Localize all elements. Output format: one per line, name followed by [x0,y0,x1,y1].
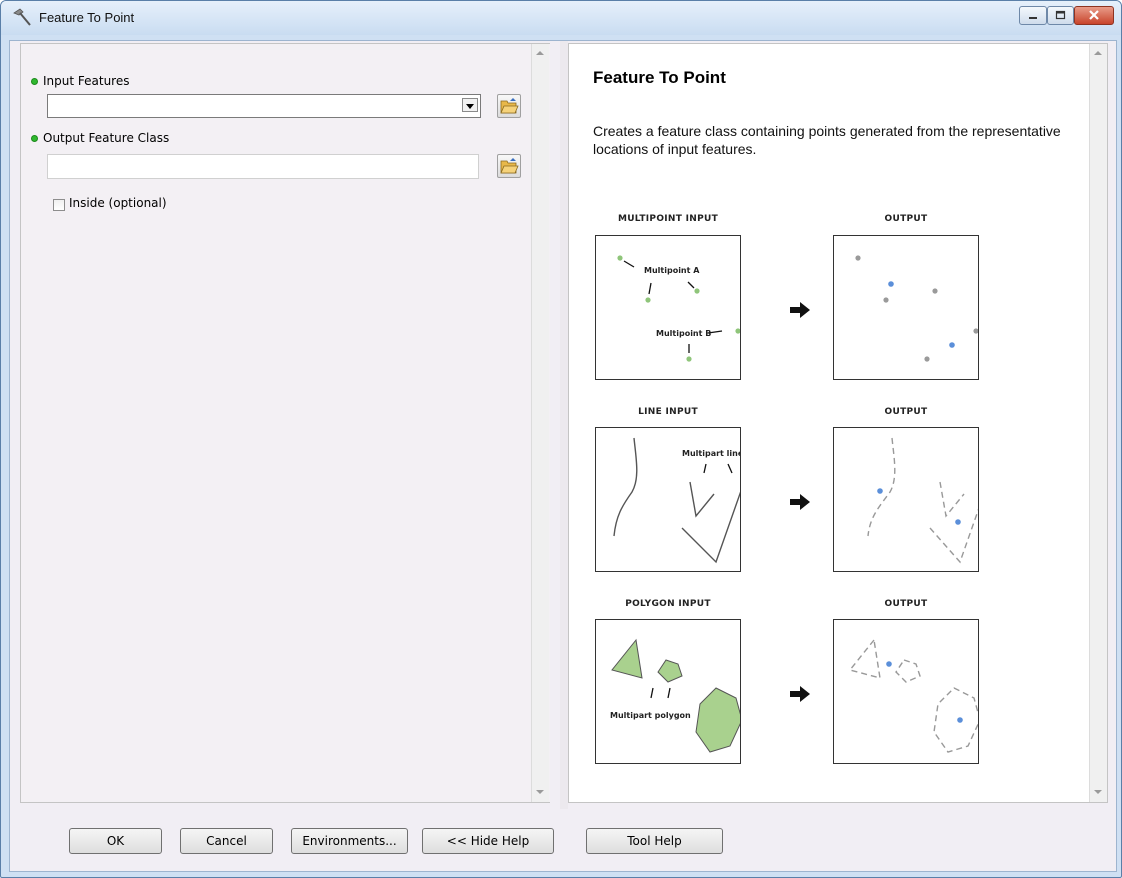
figure-input-label: MULTIPOINT INPUT [617,214,719,224]
close-icon [1089,10,1099,20]
output-feature-class-field[interactable] [47,154,479,179]
parameters-scrollbar[interactable] [531,44,549,802]
line-output-graphic [867,437,987,564]
panel-splitter[interactable] [560,41,568,809]
window-title: Feature To Point [39,10,135,25]
annotation-multipart-polygon: Multipart polygon [610,711,691,720]
polygon-input-graphic: Multipart polygon [610,638,743,753]
required-indicator [31,78,38,85]
dropdown-button[interactable] [462,98,478,112]
arrow-right-icon [790,494,810,510]
inside-label: Inside (optional) [69,196,167,210]
annotation-multipart-line: Multipart line [682,449,740,458]
input-features-browse-button[interactable] [497,94,521,118]
polygon-output-graphic [848,638,981,753]
scroll-up-icon[interactable] [1094,51,1102,55]
help-scrollbar[interactable] [1089,44,1107,802]
hide-help-button[interactable]: << Hide Help [422,828,554,854]
open-folder-icon [500,98,519,114]
help-panel: Feature To Point Creates a feature class… [568,43,1108,803]
figure-output-label: OUTPUT [884,599,928,609]
help-title: Feature To Point [593,68,726,87]
input-features-label: Input Features [43,74,130,88]
polygon-input-diagram: Multipart polygon [595,619,743,764]
arrow-right-icon [790,302,810,318]
environments-button[interactable]: Environments... [291,828,408,854]
maximize-button[interactable] [1047,6,1074,25]
hammer-icon [13,8,31,26]
arrow-right-icon [790,686,810,702]
output-feature-class-label: Output Feature Class [43,131,170,145]
required-indicator [31,135,38,142]
figure-input-label: LINE INPUT [638,407,698,417]
inside-checkbox[interactable] [53,199,65,211]
close-button[interactable] [1074,6,1114,25]
line-output-diagram [833,427,987,572]
ok-button[interactable]: OK [69,828,162,854]
tool-dialog-window: Feature To Point Input Features Output F… [0,0,1122,878]
cancel-button[interactable]: Cancel [180,828,273,854]
scroll-down-icon[interactable] [1094,790,1102,794]
tool-help-button[interactable]: Tool Help [586,828,723,854]
multipoint-output-graphic [855,255,979,362]
multipoint-input-diagram: Multipoint A Multipoint B [595,235,741,380]
multipoint-output-diagram [833,235,979,380]
polygon-output-diagram [833,619,981,764]
open-folder-icon [500,158,519,174]
output-feature-class-browse-button[interactable] [497,154,521,178]
chevron-down-icon [466,104,474,109]
line-input-diagram: Multipart line [595,427,744,572]
minimize-button[interactable] [1019,6,1047,25]
figure-output-label: OUTPUT [884,407,928,417]
maximize-icon [1055,10,1066,20]
dialog-body: Input Features Output Feature Class Insi… [9,40,1117,872]
line-input-graphic: Multipart line [613,437,744,564]
minimize-icon [1029,17,1037,19]
figure-input-label: POLYGON INPUT [625,599,711,609]
figure-output-label: OUTPUT [884,214,928,224]
input-features-combo[interactable] [47,94,481,118]
help-description: Creates a feature class containing point… [593,123,1061,157]
title-bar[interactable]: Feature To Point [1,1,1121,35]
scroll-up-icon[interactable] [536,51,544,55]
parameters-panel: Input Features Output Feature Class Insi… [20,43,550,803]
scroll-down-icon[interactable] [536,790,544,794]
annotation-multipoint-b: Multipoint B [656,329,711,338]
annotation-multipoint-a: Multipoint A [644,266,700,275]
multipoint-input-graphic: Multipoint A Multipoint B [617,255,741,362]
